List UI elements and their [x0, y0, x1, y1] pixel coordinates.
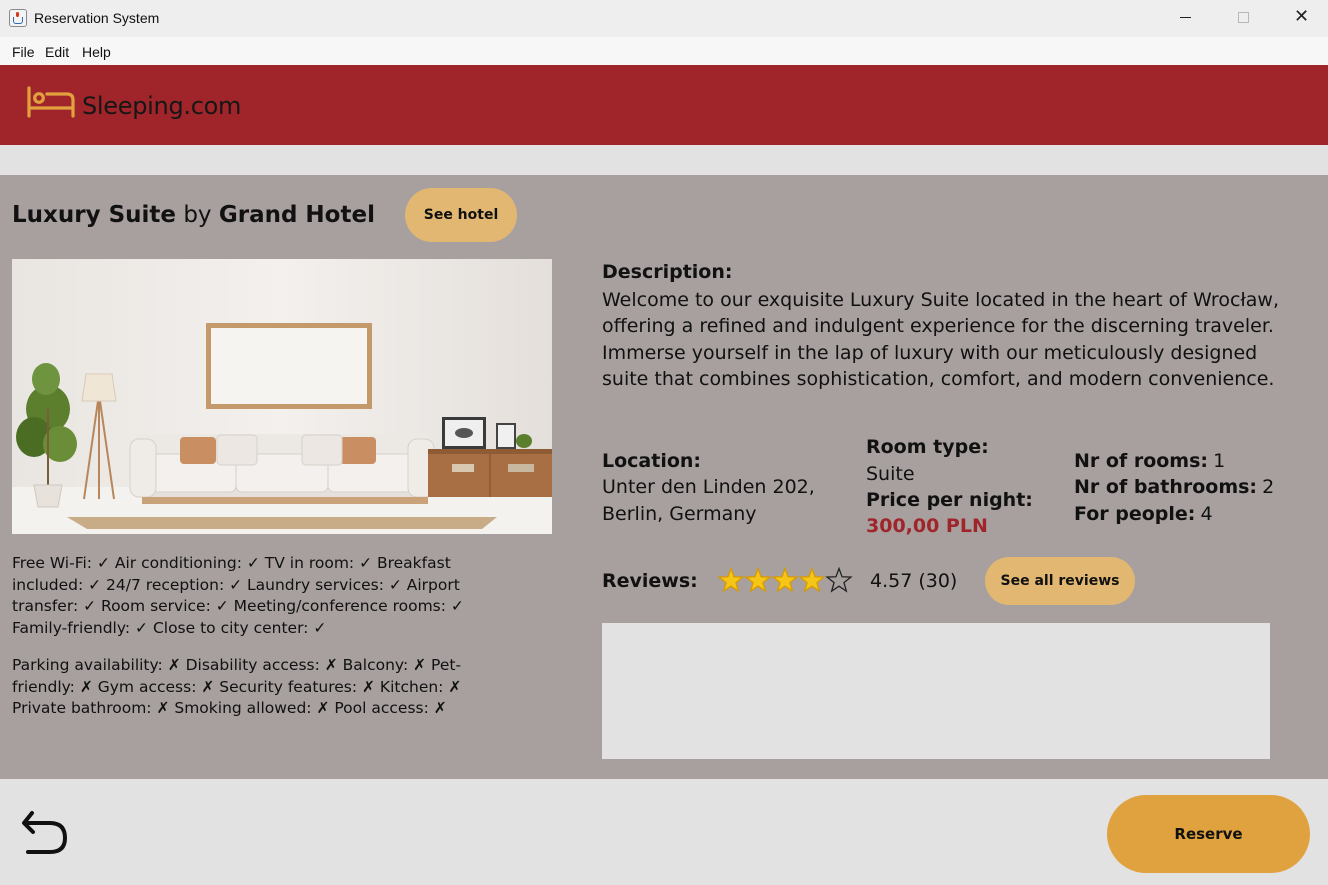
back-arrow-icon[interactable] — [20, 808, 70, 858]
window-titlebar: Reservation System ✕ — [0, 0, 1328, 37]
living-room-photo — [12, 259, 552, 534]
menu-file[interactable]: File — [12, 44, 35, 60]
review-preview-box — [602, 623, 1270, 759]
description-text: Welcome to our exquisite Luxury Suite lo… — [602, 289, 1280, 390]
star-filled-icon — [798, 567, 826, 593]
star-empty-icon — [825, 567, 853, 593]
menu-edit[interactable]: Edit — [45, 44, 69, 60]
price-value: 300,00 PLN — [866, 515, 988, 537]
people-value: 4 — [1200, 503, 1213, 525]
hotel-name: Grand Hotel — [218, 202, 375, 228]
rating-score: 4.57 (30) — [870, 570, 958, 592]
room-photo — [12, 259, 552, 534]
bathrooms-line: Nr of bathrooms: 2 — [1074, 476, 1274, 498]
menu-bar: File Edit Help — [0, 37, 1328, 65]
minimize-icon — [1180, 17, 1191, 18]
java-app-icon — [9, 9, 27, 27]
location-line1: Unter den Linden 202, — [602, 476, 815, 498]
see-hotel-button[interactable]: See hotel — [405, 188, 517, 242]
header-divider — [0, 145, 1328, 175]
amenities-unavailable: Parking availability: ✗ Disability acces… — [12, 656, 462, 717]
maximize-button[interactable] — [1214, 0, 1272, 37]
star-filled-icon — [717, 567, 745, 593]
people-label: For people: — [1074, 503, 1196, 525]
menu-help[interactable]: Help — [82, 44, 111, 60]
location-line2: Berlin, Germany — [602, 503, 757, 525]
close-icon: ✕ — [1294, 6, 1310, 27]
price-label: Price per night: — [866, 489, 1033, 511]
rooms-value: 1 — [1213, 450, 1226, 472]
close-button[interactable]: ✕ — [1272, 0, 1328, 37]
logo-text: Sleeping.com — [82, 92, 242, 120]
minimize-button[interactable] — [1156, 0, 1214, 37]
room-title: Luxury Suite by Grand Hotel — [12, 202, 375, 228]
bed-icon — [27, 86, 75, 118]
maximize-icon — [1238, 12, 1249, 23]
rooms-line: Nr of rooms: 1 — [1074, 450, 1225, 472]
room-by: by — [183, 202, 212, 228]
people-line: For people: 4 — [1074, 503, 1213, 525]
amenities-available: Free Wi-Fi: ✓ Air conditioning: ✓ TV in … — [12, 554, 464, 637]
see-all-reviews-button[interactable]: See all reviews — [985, 557, 1135, 605]
description-label: Description: — [602, 261, 733, 283]
reserve-button[interactable]: Reserve — [1107, 795, 1310, 873]
star-filled-icon — [744, 567, 772, 593]
star-rating — [717, 567, 853, 593]
room-name: Luxury Suite — [12, 202, 176, 228]
room-type-label: Room type: — [866, 436, 989, 458]
window-title: Reservation System — [34, 10, 160, 26]
bathrooms-label: Nr of bathrooms: — [1074, 476, 1258, 498]
location-label: Location: — [602, 450, 702, 472]
room-type-value: Suite — [866, 463, 915, 485]
rooms-label: Nr of rooms: — [1074, 450, 1209, 472]
star-filled-icon — [771, 567, 799, 593]
reviews-label: Reviews: — [602, 570, 698, 592]
bathrooms-value: 2 — [1262, 476, 1275, 498]
brand-header: Sleeping.com — [0, 65, 1328, 145]
